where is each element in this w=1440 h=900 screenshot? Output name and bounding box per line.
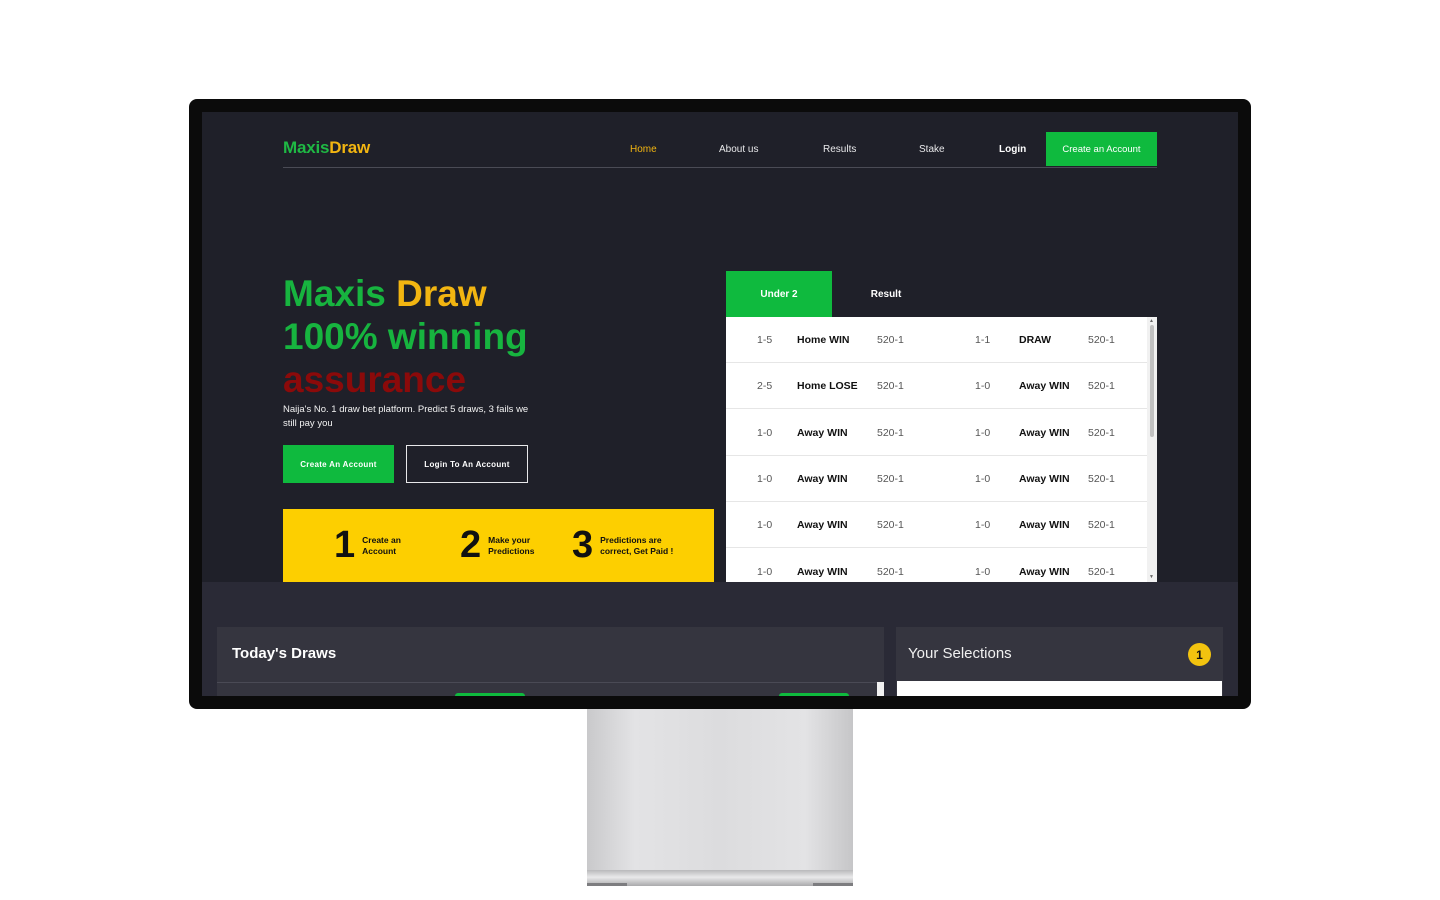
step-2: 2 Make your Predictions — [460, 509, 548, 582]
outcome-left: Home WIN — [797, 334, 850, 346]
prediction-tabs: Under 2 Result — [726, 271, 1157, 317]
draws-scrollbar[interactable] — [877, 682, 884, 696]
steps-banner: 1 Create an Account 2 Make your Predicti… — [283, 509, 714, 582]
outcome-left: Home LOSE — [797, 380, 858, 393]
table-row[interactable]: 1-5 Home WIN 520-1 1-1 DRAW 520-1 — [726, 317, 1147, 363]
score-right: 1-0 — [975, 426, 991, 439]
odds-left: 520-1 — [877, 565, 904, 578]
logo[interactable]: MaxisDraw — [283, 138, 370, 158]
step-number: 1 — [334, 524, 356, 566]
create-account-hero-button[interactable]: Create An Account — [283, 445, 394, 483]
odds-right: 520-1 — [1088, 334, 1115, 346]
todays-draws-card: Today's Draws — [217, 627, 884, 696]
logo-part1: Maxis — [283, 138, 330, 157]
step-number: 2 — [460, 524, 482, 566]
tab-result[interactable]: Result — [832, 271, 940, 317]
tab-under-2[interactable]: Under 2 — [726, 271, 832, 317]
selections-count-badge: 1 — [1188, 643, 1211, 666]
odds-left: 520-1 — [877, 334, 904, 346]
hero-title-maxis: Maxis — [283, 273, 386, 314]
nav-home[interactable]: Home — [630, 144, 657, 155]
table-row[interactable]: 1-0 Away WIN 520-1 1-0 Away WIN 520-1 — [726, 502, 1147, 549]
lower-section: Today's Draws Your Selections 1 — [202, 582, 1238, 696]
score-left: 2-5 — [757, 380, 773, 393]
draw-pill[interactable] — [455, 693, 525, 696]
step-text: Predictions are correct, Get Paid ! — [600, 534, 674, 556]
score-right: 1-0 — [975, 380, 991, 393]
score-right: 1-1 — [975, 334, 991, 346]
nav-about[interactable]: About us — [719, 144, 758, 155]
score-right: 1-0 — [975, 472, 991, 485]
nav-stake[interactable]: Stake — [919, 144, 945, 155]
monitor-foot — [587, 870, 853, 886]
score-left: 1-5 — [757, 334, 773, 346]
outcome-left: Away WIN — [797, 519, 848, 532]
step-text: Make your Predictions — [488, 534, 535, 556]
step-number: 3 — [572, 524, 594, 566]
scroll-up-icon[interactable]: ▲ — [1149, 318, 1154, 324]
selections-title: Your Selections — [908, 645, 1012, 662]
nav-divider — [283, 167, 1157, 168]
todays-draws-title: Today's Draws — [232, 645, 337, 662]
nav-results[interactable]: Results — [823, 144, 856, 155]
top-nav: MaxisDraw Home About us Results Stake Lo… — [283, 122, 1157, 168]
nav-login[interactable]: Login — [999, 144, 1026, 155]
outcome-right: Away WIN — [1019, 472, 1070, 485]
odds-right: 520-1 — [1088, 426, 1115, 439]
odds-left: 520-1 — [877, 380, 904, 393]
outcome-left: Away WIN — [797, 426, 848, 439]
table-row[interactable]: 1-0 Away WIN 520-1 1-0 Away WIN 520-1 — [726, 549, 1147, 583]
screen: MaxisDraw Home About us Results Stake Lo… — [202, 112, 1238, 696]
predictions-table: 1-5 Home WIN 520-1 1-1 DRAW 520-1 2-5 Home LOSE… — [726, 317, 1157, 582]
step-3: 3 Predictions are correct, Get Paid ! — [572, 509, 686, 582]
odds-left: 520-1 — [877, 426, 904, 439]
odds-right: 520-1 — [1088, 519, 1115, 532]
outcome-left: Away WIN — [797, 565, 848, 578]
hero-title-draw: Draw — [396, 273, 487, 314]
score-left: 1-0 — [757, 426, 773, 439]
scrollbar-thumb[interactable] — [1150, 325, 1154, 437]
odds-left: 520-1 — [877, 519, 904, 532]
step-text: Create an Account — [362, 534, 401, 556]
outcome-right: DRAW — [1019, 334, 1052, 346]
outcome-left: Away WIN — [797, 472, 848, 485]
outcome-right: Away WIN — [1019, 565, 1070, 578]
logo-part2: Draw — [329, 138, 371, 157]
stage: MaxisDraw Home About us Results Stake Lo… — [0, 0, 1440, 900]
outcome-right: Away WIN — [1019, 519, 1070, 532]
step-1: 1 Create an Account — [334, 509, 422, 582]
odds-right: 520-1 — [1088, 565, 1115, 578]
outcome-right: Away WIN — [1019, 380, 1070, 393]
hero-title: Maxis Draw 100% winning assurance — [283, 272, 613, 401]
odds-right: 520-1 — [1088, 472, 1115, 485]
odds-left: 520-1 — [877, 472, 904, 485]
hero-title-line3: assurance — [283, 359, 467, 400]
login-hero-button[interactable]: Login To An Account — [406, 445, 528, 483]
create-account-button[interactable]: Create an Account — [1046, 132, 1157, 166]
foot-notch — [813, 883, 853, 886]
score-right: 1-0 — [975, 565, 991, 578]
score-left: 1-0 — [757, 472, 773, 485]
monitor-stand — [587, 709, 853, 877]
table-row[interactable]: 2-5 Home LOSE 520-1 1-0 Away WIN 520-1 — [726, 363, 1147, 410]
hero-subtitle: Naija's No. 1 draw bet platform. Predict… — [283, 404, 529, 429]
outcome-right: Away WIN — [1019, 426, 1070, 439]
score-left: 1-0 — [757, 565, 773, 578]
score-right: 1-0 — [975, 519, 991, 532]
selections-list — [897, 681, 1222, 696]
draw-pill[interactable] — [779, 693, 849, 696]
score-left: 1-0 — [757, 519, 773, 532]
selections-card: Your Selections 1 — [896, 627, 1223, 696]
odds-right: 520-1 — [1088, 380, 1115, 393]
card-divider — [217, 682, 884, 683]
table-row[interactable]: 1-0 Away WIN 520-1 1-0 Away WIN 520-1 — [726, 456, 1147, 502]
scroll-down-icon[interactable]: ▼ — [1149, 574, 1154, 580]
hero-title-line2: 100% winning — [283, 316, 528, 357]
foot-notch — [587, 883, 627, 886]
table-row[interactable]: 1-0 Away WIN 520-1 1-0 Away WIN 520-1 — [726, 410, 1147, 456]
